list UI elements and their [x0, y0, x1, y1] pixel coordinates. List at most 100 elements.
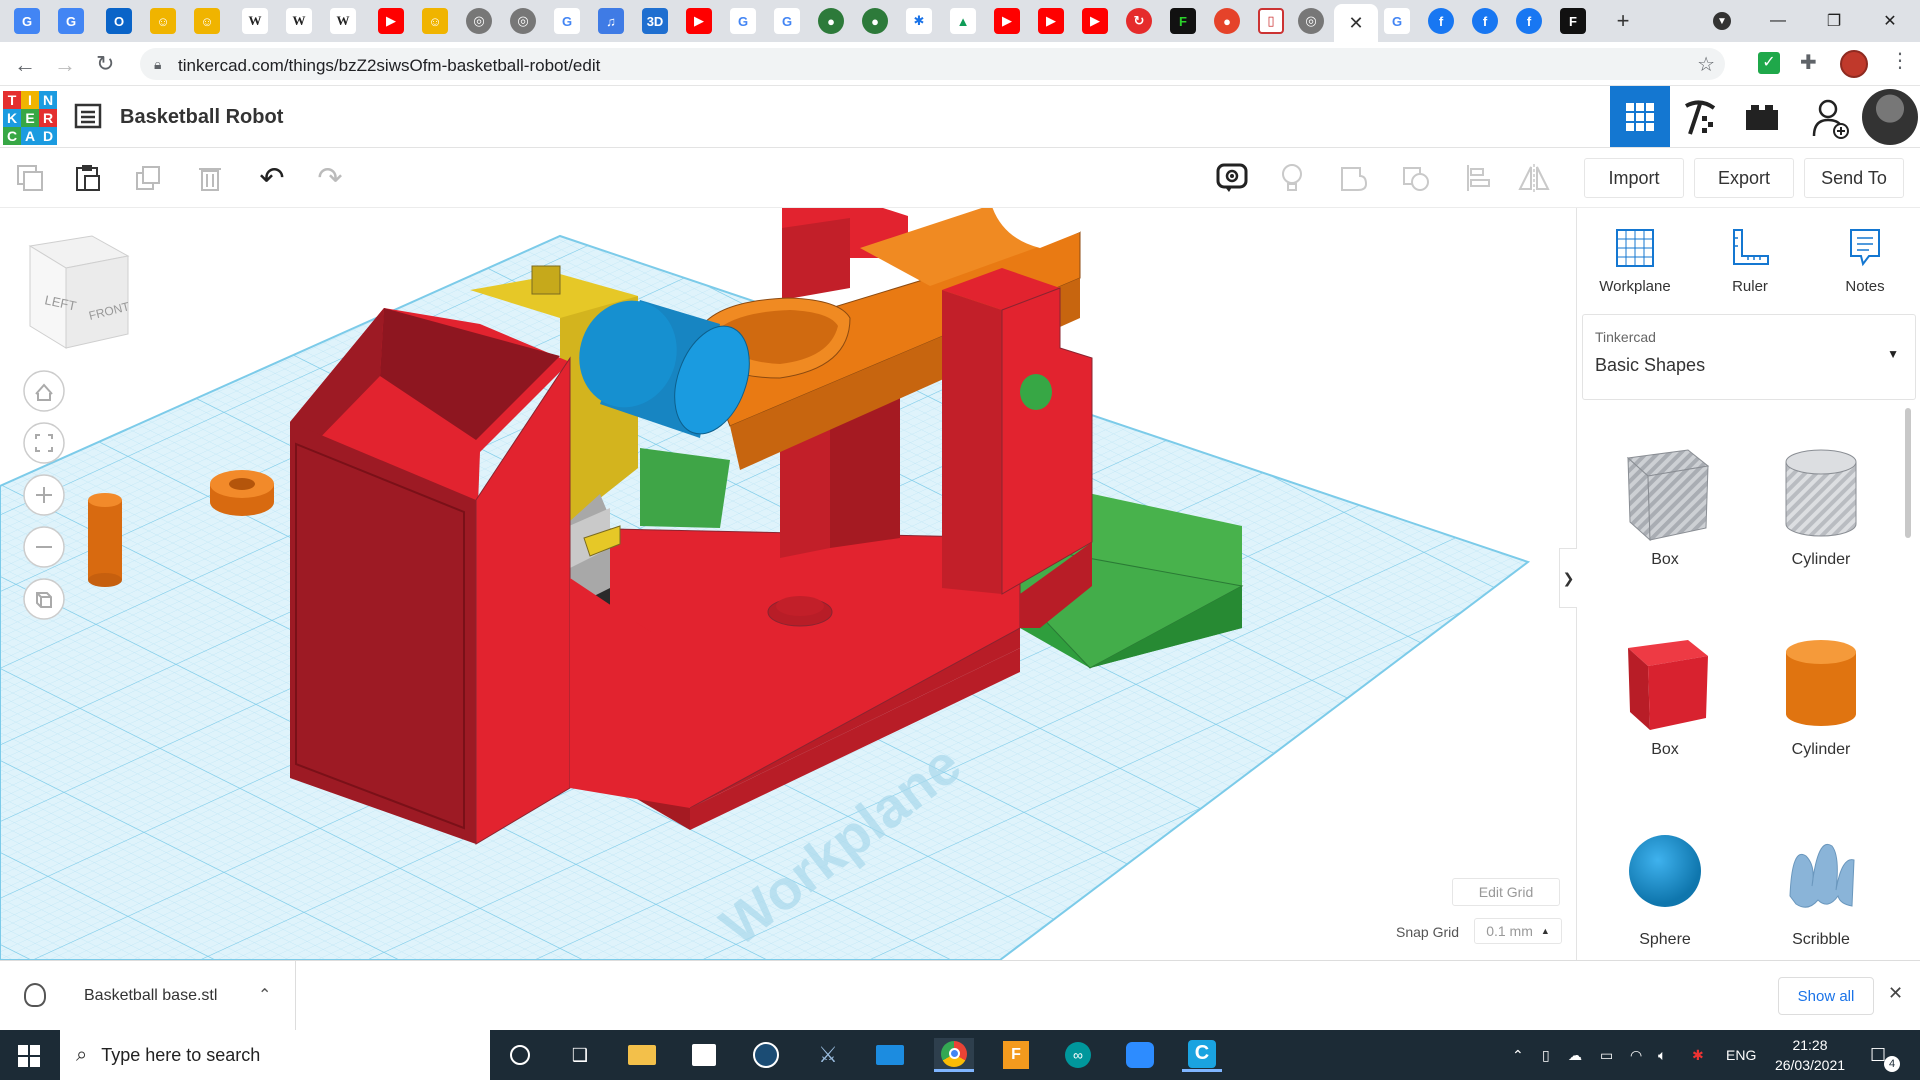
panel-collapse-handle[interactable]: ❯ [1559, 548, 1577, 608]
tab-facebook-3[interactable]: f [1516, 8, 1542, 34]
tab-person-3[interactable]: ☺ [422, 8, 448, 34]
download-item[interactable]: Basketball base.stl ⌃ [0, 961, 296, 1031]
green-knob[interactable] [1020, 374, 1052, 410]
scene-svg[interactable]: Workplane LEFT FRONT [0, 208, 1576, 960]
import-button[interactable]: Import [1584, 158, 1684, 198]
reload-icon[interactable]: ↻ [96, 51, 114, 77]
forward-icon[interactable]: → [54, 52, 76, 78]
tab-person-2[interactable]: ☺ [194, 8, 220, 34]
paste-icon[interactable] [68, 158, 108, 198]
tab-youtube-5[interactable]: ▶ [1082, 8, 1108, 34]
shape-box[interactable]: Box [1595, 626, 1735, 759]
orange-cylinder-standing[interactable] [88, 493, 122, 587]
tab-youtube-3[interactable]: ▶ [994, 8, 1020, 34]
tab-doc[interactable]: ▯ [1258, 8, 1284, 34]
bookmark-star-icon[interactable]: ☆ [1697, 52, 1715, 77]
tray-wifi-icon[interactable]: ◠ [1630, 1030, 1642, 1080]
ortho-view-button[interactable] [23, 578, 65, 620]
shape-library-dropdown[interactable]: Tinkercad Basic Shapes ▼ [1582, 314, 1916, 400]
send-to-button[interactable]: Send To [1804, 158, 1904, 198]
invite-user-icon[interactable] [1810, 96, 1850, 140]
shape-sphere[interactable]: Sphere [1595, 816, 1735, 949]
tab-3d[interactable]: 3D [642, 8, 668, 34]
tab-google-docs[interactable]: G [14, 8, 40, 34]
shape-box-hole[interactable]: Box [1595, 436, 1735, 569]
tab-wikipedia[interactable]: W [242, 8, 268, 34]
green-wedge[interactable] [640, 448, 730, 528]
tab-youtube-4[interactable]: ▶ [1038, 8, 1064, 34]
panel-scrollbar[interactable] [1905, 408, 1911, 538]
cortana-circle-icon[interactable] [500, 1038, 540, 1072]
extensions-puzzle-icon[interactable]: ✚ [1800, 50, 1817, 75]
tray-app-red-icon[interactable]: ✱ [1692, 1030, 1704, 1080]
window-close-icon[interactable]: ✕ [1868, 6, 1912, 36]
tray-cloud-icon[interactable]: ☁ [1568, 1030, 1582, 1080]
tab-seal-2[interactable]: ● [862, 8, 888, 34]
tab-f-square[interactable]: F [1560, 8, 1586, 34]
windows-start-icon[interactable] [18, 1045, 40, 1067]
shape-scribble[interactable]: Scribble [1751, 816, 1891, 949]
zoom-icon[interactable] [1120, 1038, 1160, 1072]
tab-f-app[interactable]: F [1170, 8, 1196, 34]
tab-google-2[interactable]: G [730, 8, 756, 34]
show-all-button[interactable]: Show all [1778, 977, 1874, 1015]
undo-icon[interactable]: ↶ [252, 158, 292, 198]
tab-search-icon[interactable]: ▼ [1700, 6, 1744, 36]
tab-tomato[interactable]: ● [1214, 8, 1240, 34]
duplicate-icon[interactable] [128, 158, 168, 198]
redo-icon[interactable]: ↷ [310, 158, 350, 198]
tinkercad-logo[interactable]: T I N K E R C A D [3, 91, 57, 145]
chevron-up-icon[interactable]: ⌃ [258, 985, 271, 1005]
file-explorer-icon[interactable] [622, 1038, 662, 1072]
notification-center-icon[interactable]: ☐ [1870, 1030, 1886, 1080]
tab-outlook[interactable]: O [106, 8, 132, 34]
fit-view-button[interactable] [23, 422, 65, 464]
tray-chevron-up-icon[interactable]: ⌃ [1512, 1030, 1524, 1080]
tab-youtube-2[interactable]: ▶ [686, 8, 712, 34]
chrome-icon[interactable] [934, 1038, 974, 1072]
tab-person[interactable]: ☺ [150, 8, 176, 34]
fusion-app-icon[interactable]: F [996, 1038, 1036, 1072]
tab-facebook-2[interactable]: f [1472, 8, 1498, 34]
tab-google-4[interactable]: G [1384, 8, 1410, 34]
snap-grid-select[interactable]: 0.1 mm ▲ [1474, 918, 1562, 944]
ruler-tool[interactable]: Ruler [1702, 226, 1798, 295]
copy-icon[interactable] [10, 158, 50, 198]
workplane-tool[interactable]: Workplane [1587, 226, 1683, 295]
edit-grid-button[interactable]: Edit Grid [1452, 878, 1560, 906]
tab-google[interactable]: G [554, 8, 580, 34]
workplane-canvas[interactable]: Workplane LEFT FRONT Edit Grid Snap Grid… [0, 208, 1576, 960]
tab-google-3[interactable]: G [774, 8, 800, 34]
ungroup-icon[interactable] [1396, 158, 1436, 198]
mirror-icon[interactable] [1514, 158, 1554, 198]
bricks-view-icon[interactable] [1744, 102, 1780, 134]
3d-design-view-button[interactable] [1610, 86, 1670, 147]
align-icon[interactable] [1458, 158, 1498, 198]
steam-icon[interactable] [746, 1038, 786, 1072]
tray-phone-icon[interactable]: ▯ [1542, 1030, 1550, 1080]
design-list-icon[interactable] [74, 102, 102, 130]
view-cube[interactable]: LEFT FRONT [28, 235, 131, 349]
tinkercad-taskbar-icon[interactable]: C [1182, 1038, 1222, 1072]
back-icon[interactable]: ← [14, 52, 36, 78]
delete-trash-icon[interactable] [190, 158, 230, 198]
tab-globe-3[interactable]: ◎ [1298, 8, 1324, 34]
taskbar-search-box[interactable]: ⌕ Type here to search [60, 1030, 490, 1080]
tab-wikipedia-2[interactable]: W [286, 8, 312, 34]
group-icon[interactable] [1334, 158, 1374, 198]
minimize-icon[interactable]: — [1756, 6, 1800, 36]
shape-cylinder[interactable]: Cylinder [1751, 626, 1891, 759]
lightbulb-icon[interactable] [1272, 158, 1312, 198]
user-avatar[interactable] [1862, 89, 1918, 145]
show-all-eye-icon[interactable] [1212, 158, 1252, 198]
tab-wikipedia-3[interactable]: W [330, 8, 356, 34]
download-bar-close-icon[interactable]: ✕ [1888, 983, 1903, 1004]
notes-tool[interactable]: Notes [1817, 226, 1913, 295]
arduino-icon[interactable]: ∞ [1058, 1038, 1098, 1072]
home-view-button[interactable] [23, 370, 65, 412]
design-title[interactable]: Basketball Robot [120, 106, 283, 129]
tab-audio[interactable]: ♫ [598, 8, 624, 34]
tab-refresh-app[interactable]: ↻ [1126, 8, 1152, 34]
shape-cylinder-hole[interactable]: Cylinder [1751, 436, 1891, 569]
orange-ring[interactable] [210, 470, 274, 516]
